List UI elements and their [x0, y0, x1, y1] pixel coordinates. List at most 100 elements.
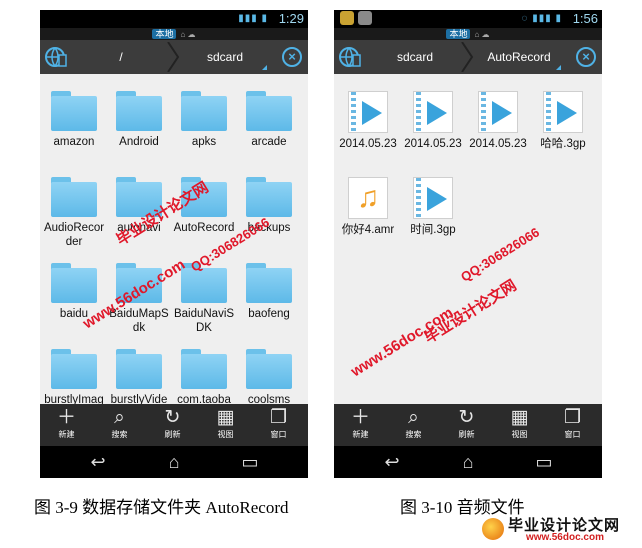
folder-icon: [181, 91, 227, 131]
folder-label: baofeng: [248, 308, 290, 320]
folder-item[interactable]: BaiduNaviSDK: [173, 263, 235, 335]
folder-label: backups: [247, 222, 291, 234]
folder-icon: [181, 177, 227, 217]
video-file-icon: [413, 91, 453, 133]
recent-apps-icon[interactable]: ▭: [524, 452, 564, 472]
location-label: 本地: [152, 29, 177, 39]
folder-icon: [51, 91, 97, 131]
signal-battery-icon: ◌ ▮▮▮ ▮: [521, 13, 562, 24]
folder-label: amazon: [53, 136, 95, 148]
video-file-item[interactable]: 2014.05.23: [337, 91, 399, 151]
windows-icon: ❐: [269, 407, 288, 428]
folder-icon: [116, 349, 162, 389]
new-button[interactable]: ＋新建: [40, 404, 93, 446]
folder-item[interactable]: baidu: [43, 263, 105, 321]
windows-icon: ❐: [563, 407, 582, 428]
breadcrumb-dropdown-icon[interactable]: [556, 65, 561, 70]
view-button[interactable]: ▦ 视图: [493, 404, 546, 446]
network-icon[interactable]: [44, 45, 68, 69]
folder-item[interactable]: BaiduMapSdk: [108, 263, 170, 335]
breadcrumb-sdcard[interactable]: sdcard: [370, 40, 460, 74]
video-file-item[interactable]: 时间.3gp: [402, 177, 464, 237]
cloud-icon: ⌂ ☁: [180, 30, 196, 39]
folder-icon: [246, 263, 292, 303]
path-bar: / sdcard ×: [40, 40, 308, 74]
file-grid: 2014.05.23 2014.05.23 2014.05.23 哈哈.3gp …: [334, 74, 602, 404]
location-bar[interactable]: 本地 ⌂ ☁: [334, 28, 602, 40]
file-label: 时间.3gp: [410, 224, 456, 236]
folder-item[interactable]: Android: [108, 91, 170, 149]
folder-label: com.taobao.taobao: [177, 394, 231, 404]
breadcrumb-separator: [167, 42, 180, 72]
breadcrumb-separator: [461, 42, 474, 72]
folder-item[interactable]: backups: [238, 177, 300, 235]
video-file-item[interactable]: 2014.05.23: [467, 91, 529, 151]
folder-icon: [246, 91, 292, 131]
folder-item[interactable]: AudioRecorder: [43, 177, 105, 249]
cloud-icon: ⌂ ☁: [474, 30, 490, 39]
breadcrumb-autorecord[interactable]: AutoRecord: [474, 40, 564, 74]
file-grid: amazon Android apks arcade AudioRecorder…: [40, 74, 308, 404]
notification-icons: [340, 11, 376, 25]
refresh-button[interactable]: ↻ 刷新: [146, 404, 199, 446]
audio-file-item[interactable]: ♫ 你好4.amr: [337, 177, 399, 237]
grid-icon: ▦: [510, 407, 529, 428]
close-icon[interactable]: ×: [576, 47, 596, 67]
breadcrumb-root[interactable]: /: [76, 40, 166, 74]
folder-item[interactable]: arcade: [238, 91, 300, 149]
window-button[interactable]: ❐ 窗口: [546, 404, 599, 446]
search-button[interactable]: ⌕ 搜索: [387, 404, 440, 446]
close-icon[interactable]: ×: [282, 47, 302, 67]
back-icon[interactable]: ↩: [78, 452, 118, 472]
folder-item[interactable]: coolsms: [238, 349, 300, 404]
folder-icon: [246, 177, 292, 217]
folder-item[interactable]: autonavi: [108, 177, 170, 235]
music-note-icon: ♫: [348, 177, 388, 219]
back-icon[interactable]: ↩: [372, 452, 412, 472]
path-bar: sdcard AutoRecord ×: [334, 40, 602, 74]
brand-logo-icon: [482, 518, 504, 540]
folder-item[interactable]: amazon: [43, 91, 105, 149]
search-button[interactable]: ⌕ 搜索: [93, 404, 146, 446]
folder-item[interactable]: AutoRecord: [173, 177, 235, 235]
folder-label: BaiduNaviSDK: [173, 308, 235, 334]
folder-label: autonavi: [117, 222, 161, 234]
file-label: 哈哈.3gp: [540, 138, 586, 150]
location-label: 本地: [446, 29, 471, 39]
folder-icon: [246, 349, 292, 389]
folder-item[interactable]: baofeng: [238, 263, 300, 321]
new-button[interactable]: ＋新建: [334, 404, 387, 446]
breadcrumb-sdcard[interactable]: sdcard: [180, 40, 270, 74]
folder-icon: [181, 263, 227, 303]
home-icon[interactable]: ⌂: [448, 452, 488, 472]
folder-icon: [51, 349, 97, 389]
refresh-button[interactable]: ↻ 刷新: [440, 404, 493, 446]
left-phone-screen: ▮▮▮ ▮ 1:29 本地 ⌂ ☁ / sdcard × amazon Andro…: [40, 10, 308, 478]
window-button[interactable]: ❐ 窗口: [252, 404, 305, 446]
home-icon[interactable]: ⌂: [154, 452, 194, 472]
view-button[interactable]: ▦ 视图: [199, 404, 252, 446]
network-icon[interactable]: [338, 45, 362, 69]
video-file-item[interactable]: 2014.05.23: [402, 91, 464, 151]
folder-label: AudioRecorder: [43, 222, 105, 248]
android-nav-bar: ↩ ⌂ ▭: [40, 446, 308, 478]
folder-icon: [116, 91, 162, 131]
folder-item[interactable]: burstlyVideoCache: [108, 349, 170, 404]
folder-icon: [51, 177, 97, 217]
breadcrumb-dropdown-icon[interactable]: [262, 65, 267, 70]
video-file-icon: [413, 177, 453, 219]
status-time: 1:56: [572, 11, 598, 26]
folder-item[interactable]: apks: [173, 91, 235, 149]
location-bar[interactable]: 本地 ⌂ ☁: [40, 28, 308, 40]
recent-apps-icon[interactable]: ▭: [230, 452, 270, 472]
video-file-icon: [543, 91, 583, 133]
folder-item[interactable]: burstlyImageCache: [43, 349, 105, 404]
folder-label: coolsms: [247, 394, 291, 404]
file-label: 2014.05.23: [404, 138, 462, 150]
folder-item[interactable]: com.taobao.taobao: [173, 349, 235, 404]
refresh-icon: ↻: [164, 407, 181, 428]
file-label: 2014.05.23: [339, 138, 397, 150]
brand-url: www.56doc.com: [526, 532, 604, 543]
video-file-item[interactable]: 哈哈.3gp: [532, 91, 594, 151]
folder-label: AutoRecord: [173, 222, 235, 234]
